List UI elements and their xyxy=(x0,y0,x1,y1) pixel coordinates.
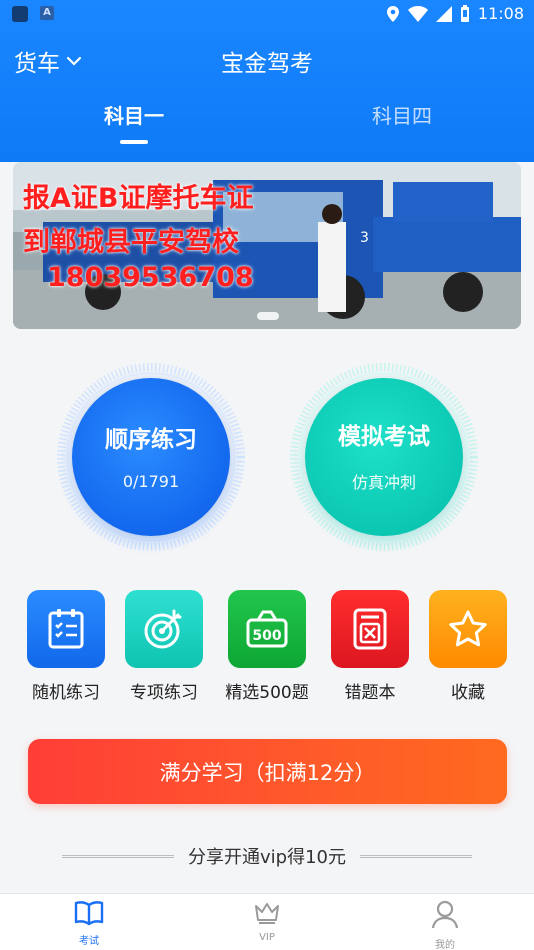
divider-line xyxy=(359,854,472,858)
svg-text:3: 3 xyxy=(360,230,369,246)
banner-line-3: 18039536708 xyxy=(47,262,254,293)
mock-exam-button[interactable]: 模拟考试 仿真冲刺 xyxy=(289,362,479,552)
location-icon xyxy=(386,5,399,22)
shortcut-wrong-book[interactable]: 错题本 xyxy=(320,590,420,703)
sequential-practice-circle: 顺序练习 0/1791 xyxy=(72,378,230,536)
signal-icon xyxy=(435,5,452,22)
sequential-practice-title: 顺序练习 xyxy=(105,426,197,453)
person-icon xyxy=(431,900,459,929)
top-nav: 货车 宝金驾考 xyxy=(0,40,534,82)
wifi-icon xyxy=(407,5,428,22)
banner-line-2: 到郸城县平安驾校 xyxy=(23,227,239,258)
shortcut-selected-500[interactable]: 500 精选500题 xyxy=(217,590,317,703)
share-vip-text: 分享开通vip得10元 xyxy=(188,847,346,868)
shortcut-special-practice[interactable]: 专项练习 xyxy=(114,590,214,703)
nav-exam[interactable]: 考试 xyxy=(49,900,129,947)
nav-vip[interactable]: VIP xyxy=(227,900,307,943)
shortcut-label: 错题本 xyxy=(344,683,396,703)
app-header: A 11:08 货车 宝金驾考 科目一 科目四 xyxy=(0,0,534,162)
status-time: 11:08 xyxy=(477,4,524,23)
clipboard-list-icon xyxy=(27,590,105,668)
mock-exam-subtitle: 仿真冲刺 xyxy=(351,473,416,492)
app-notification-icon xyxy=(12,6,28,22)
wrong-book-icon xyxy=(331,590,409,668)
shortcut-favorites[interactable]: 收藏 xyxy=(418,590,518,703)
bottom-nav: 考试 VIP 我的 xyxy=(0,893,534,950)
shortcut-grid: 随机练习 专项练习 500 精选500题 错题本 收藏 xyxy=(0,590,534,710)
shortcut-label: 收藏 xyxy=(451,683,485,703)
page-title: 宝金驾考 xyxy=(221,51,313,77)
500-basket-icon: 500 xyxy=(228,590,306,668)
a-notification-icon: A xyxy=(40,6,54,20)
carousel-indicator xyxy=(257,312,279,320)
battery-icon xyxy=(460,5,469,22)
tab-subject-one[interactable]: 科目一 xyxy=(64,100,204,129)
shortcut-label: 精选500题 xyxy=(225,683,309,703)
svg-text:500: 500 xyxy=(252,628,281,644)
subject-tabs: 科目一 科目四 xyxy=(0,100,534,150)
book-icon xyxy=(74,901,104,926)
mock-exam-circle: 模拟考试 仿真冲刺 xyxy=(305,378,463,536)
promo-banner[interactable]: 3 报A证B证摩托车证 到郸城县平安驾校 18039536708 xyxy=(13,162,521,329)
star-icon xyxy=(429,590,507,668)
target-icon xyxy=(125,590,203,668)
share-vip-banner[interactable]: 分享开通vip得10元 xyxy=(0,838,534,874)
sequential-practice-progress: 0/1791 xyxy=(122,471,180,491)
nav-label: 我的 xyxy=(435,940,455,950)
nav-label: VIP xyxy=(259,932,275,943)
banner-line-1: 报A证B证摩托车证 xyxy=(23,183,254,214)
nav-label: 考试 xyxy=(79,936,99,947)
shortcut-random-practice[interactable]: 随机练习 xyxy=(16,590,116,703)
divider-line xyxy=(62,854,174,858)
shortcut-label: 随机练习 xyxy=(32,683,100,703)
mock-exam-title: 模拟考试 xyxy=(338,424,430,450)
crown-icon xyxy=(255,903,279,924)
nav-mine[interactable]: 我的 xyxy=(405,900,485,950)
active-tab-indicator xyxy=(120,140,148,144)
sequential-practice-button[interactable]: 顺序练习 0/1791 xyxy=(56,362,246,552)
full-score-study-button[interactable]: 满分学习（扣满12分） xyxy=(28,739,507,804)
shortcut-label: 专项练习 xyxy=(130,683,198,703)
tab-subject-four[interactable]: 科目四 xyxy=(332,100,472,129)
status-bar: A 11:08 xyxy=(0,0,534,28)
